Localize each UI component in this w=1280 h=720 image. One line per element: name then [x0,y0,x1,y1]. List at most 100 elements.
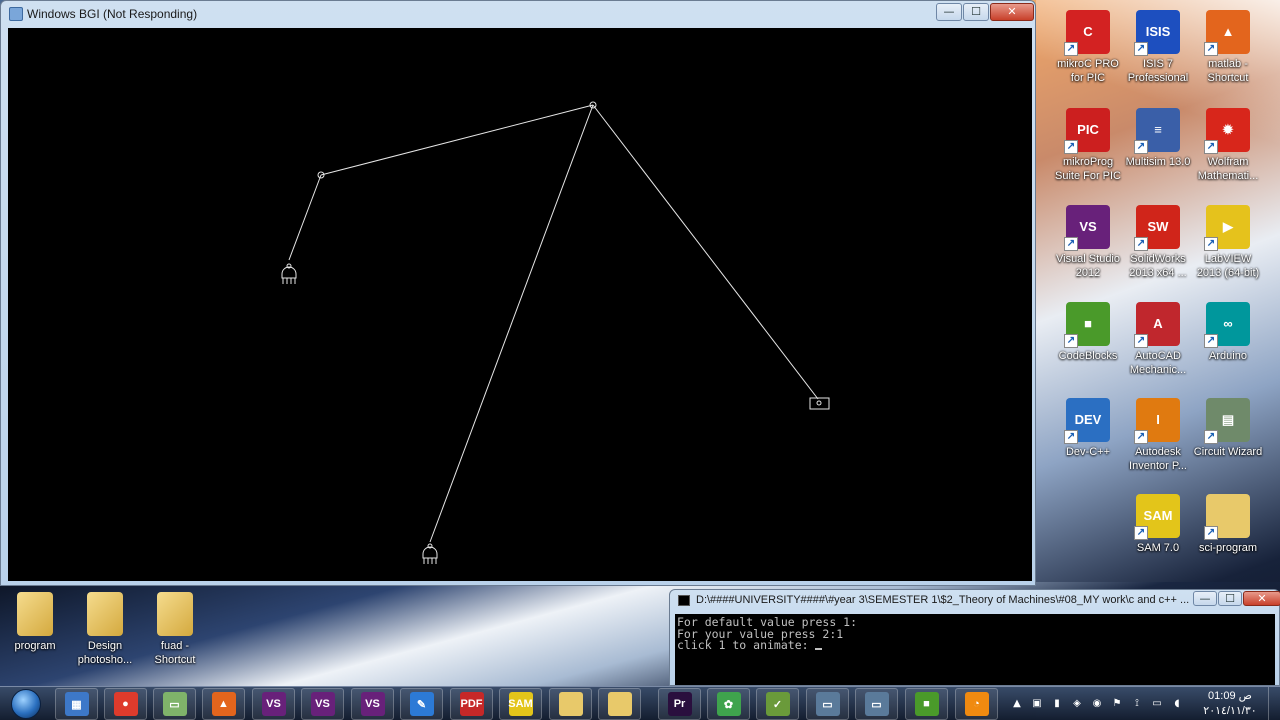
console-close-button[interactable]: ✕ [1243,591,1280,606]
taskbar-button-codeblocks[interactable]: ■ [905,688,948,720]
taskbar-button-explorer[interactable]: ▭ [153,688,196,720]
desktop-icon-label: Arduino [1209,350,1247,362]
autocad-icon: A ↗ [1134,302,1180,348]
desktop-icon-mikroc[interactable]: C ↗ mikroC PRO for PIC [1053,10,1123,85]
labview-icon: ▶ ↗ [1204,205,1250,251]
solidworks-icon: SW ↗ [1134,205,1180,251]
taskbar-button-window[interactable]: ▭ [806,688,849,720]
close-button[interactable]: ✕ [990,3,1034,21]
console-maximize-button[interactable]: ☐ [1218,591,1242,606]
taskbar-button-premiere[interactable]: Pr [658,688,701,720]
taskbar-button-notepad[interactable]: ✓ [756,688,799,720]
desktop-icon-folder[interactable]: ↗ sci-program [1193,494,1263,555]
desktop-icon-label: matlab - Shortcut [1207,58,1249,84]
taskbar-button-pencil-app[interactable]: ✎ [400,688,443,720]
taskbar-button-visual-studio[interactable]: VS [301,688,344,720]
ie-icon: ◔ [964,692,989,716]
taskbar-button-ie[interactable]: ◔ [955,688,998,720]
tray-flag-icon[interactable]: ⚑ [1110,697,1124,711]
bgi-app-icon [9,7,23,21]
linkage-drawing [281,101,830,564]
desktop-icon-label: mikroC PRO for PIC [1057,58,1119,84]
desktop-icon-folder[interactable]: program [0,592,70,653]
shortcut-arrow-icon: ↗ [1204,430,1218,444]
system-tray: ▲ ▣ ▮ ◈ ◉ ⚑ ⟟ ▭ ◖ [1010,687,1210,720]
parrot-icon: ✿ [716,692,741,716]
desktop-icon-label: sci-program [1198,542,1258,554]
tray-chevron-icon[interactable]: ▲ [1010,697,1024,711]
taskbar-button-folder[interactable] [549,688,592,720]
desktop-icon-solidworks[interactable]: SW ↗ SolidWorks 2013 x64 ... [1123,205,1193,280]
tray-network-icon[interactable]: ◈ [1070,697,1084,711]
shortcut-arrow-icon: ↗ [1064,430,1078,444]
shortcut-arrow-icon: ↗ [1134,237,1148,251]
visual-studio-icon: VS [360,692,385,716]
taskbar-button-parrot[interactable]: ✿ [707,688,750,720]
taskbar-button-pdf[interactable]: PDF [450,688,493,720]
shortcut-arrow-icon: ↗ [1134,42,1148,56]
taskbar-button-folder[interactable] [598,688,641,720]
maximize-button[interactable]: ☐ [963,3,989,21]
taskbar-button-window[interactable]: ▭ [855,688,898,720]
desktop-icon-visual-studio[interactable]: VS ↗ Visual Studio 2012 [1053,205,1123,280]
desktop-icon-label: ISIS 7 Professional [1127,58,1189,84]
clock-time: 01:09 ص [1208,690,1252,702]
folder-icon [87,592,123,636]
desktop-icon-autocad[interactable]: A ↗ AutoCAD Mechanic... [1123,302,1193,377]
show-desktop-button[interactable] [1268,687,1280,720]
desktop-icon-circuit-wizard[interactable]: ▤ ↗ Circuit Wizard [1193,398,1263,459]
desktop-icon-isis[interactable]: ISIS ↗ ISIS 7 Professional [1123,10,1193,85]
bgi-window-controls: — ☐ ✕ [935,3,1034,21]
wolfram-icon: ✹ ↗ [1204,108,1250,154]
desktop-icon-arduino[interactable]: ∞ ↗ Arduino [1193,302,1263,363]
inventor-icon: I ↗ [1134,398,1180,444]
bgi-window[interactable]: Windows BGI (Not Responding) — ☐ ✕ [0,0,1036,586]
console-output[interactable]: For default value press 1: For your value… [675,614,1275,685]
tray-signal-icon[interactable]: ▮ [1050,697,1064,711]
desktop-icon-inventor[interactable]: I ↗ Autodesk Inventor P... [1123,398,1193,473]
taskbar-button-visual-studio[interactable]: VS [351,688,394,720]
tray-device-icon[interactable]: ▣ [1030,697,1044,711]
desktop-icon-devcpp[interactable]: DEV ↗ Dev-C++ [1053,398,1123,459]
console-minimize-button[interactable]: — [1193,591,1217,606]
desktop-icon-sam[interactable]: SAM ↗ SAM 7.0 [1123,494,1193,555]
taskbar-button-chrome[interactable]: ● [104,688,147,720]
taskbar-button-matlab[interactable]: ▲ [202,688,245,720]
taskbar-button-sam[interactable]: SAM [499,688,542,720]
tray-battery-icon[interactable]: ▭ [1150,697,1164,711]
windows-orb-icon [11,689,41,719]
pdf-icon: PDF [459,692,484,716]
minimize-button[interactable]: — [936,3,962,21]
desktop-icon-folder[interactable]: fuad - Shortcut [140,592,210,667]
start-button[interactable] [4,687,48,720]
desktop-icon-labview[interactable]: ▶ ↗ LabVIEW 2013 (64-bit) [1193,205,1263,280]
shortcut-arrow-icon: ↗ [1204,140,1218,154]
console-prompt-line: click 1 to animate: [677,639,1273,652]
bgi-canvas[interactable] [8,28,1032,581]
clock[interactable]: 01:09 ص ٢٠١٤/١١/٣٠ [1195,689,1265,719]
tray-volume-icon[interactable]: ◖ [1170,697,1184,711]
desktop-icon-label: Multisim 13.0 [1125,156,1191,168]
tray-app-icon[interactable]: ◉ [1090,697,1104,711]
slider-block [809,397,830,410]
desktop-icon-label: fuad - Shortcut [154,640,196,666]
console-window[interactable]: D:\####UNIVERSITY####\#year 3\SEMESTER 1… [669,589,1280,686]
taskbar-button-control-panel[interactable]: ▦ [55,688,98,720]
desktop-icon-mikroprog[interactable]: PIC ↗ mikroProg Suite For PIC [1053,108,1123,183]
desktop-icon-matlab[interactable]: ▲ ↗ matlab - Shortcut [1193,10,1263,85]
desktop-icon-codeblocks[interactable]: ■ ↗ CodeBlocks [1053,302,1123,363]
desktop-icon-multisim[interactable]: ≡ ↗ Multisim 13.0 [1123,108,1193,169]
clock-date: ٢٠١٤/١١/٣٠ [1203,705,1257,717]
visual-studio-icon: VS ↗ [1064,205,1110,251]
console-window-title: D:\####UNIVERSITY####\#year 3\SEMESTER 1… [696,594,1190,606]
link-crank [288,174,322,261]
shortcut-arrow-icon: ↗ [1204,42,1218,56]
text-cursor [815,648,823,650]
taskbar-button-visual-studio[interactable]: VS [252,688,295,720]
desktop-icon-wolfram[interactable]: ✹ ↗ Wolfram Mathemati... [1193,108,1263,183]
tray-antenna-icon[interactable]: ⟟ [1130,697,1144,711]
desktop-icon-label: Autodesk Inventor P... [1129,446,1187,472]
desktop-icon-label: Wolfram Mathemati... [1197,156,1259,182]
shortcut-arrow-icon: ↗ [1134,140,1148,154]
desktop-icon-folder[interactable]: Design photosho... [70,592,140,667]
